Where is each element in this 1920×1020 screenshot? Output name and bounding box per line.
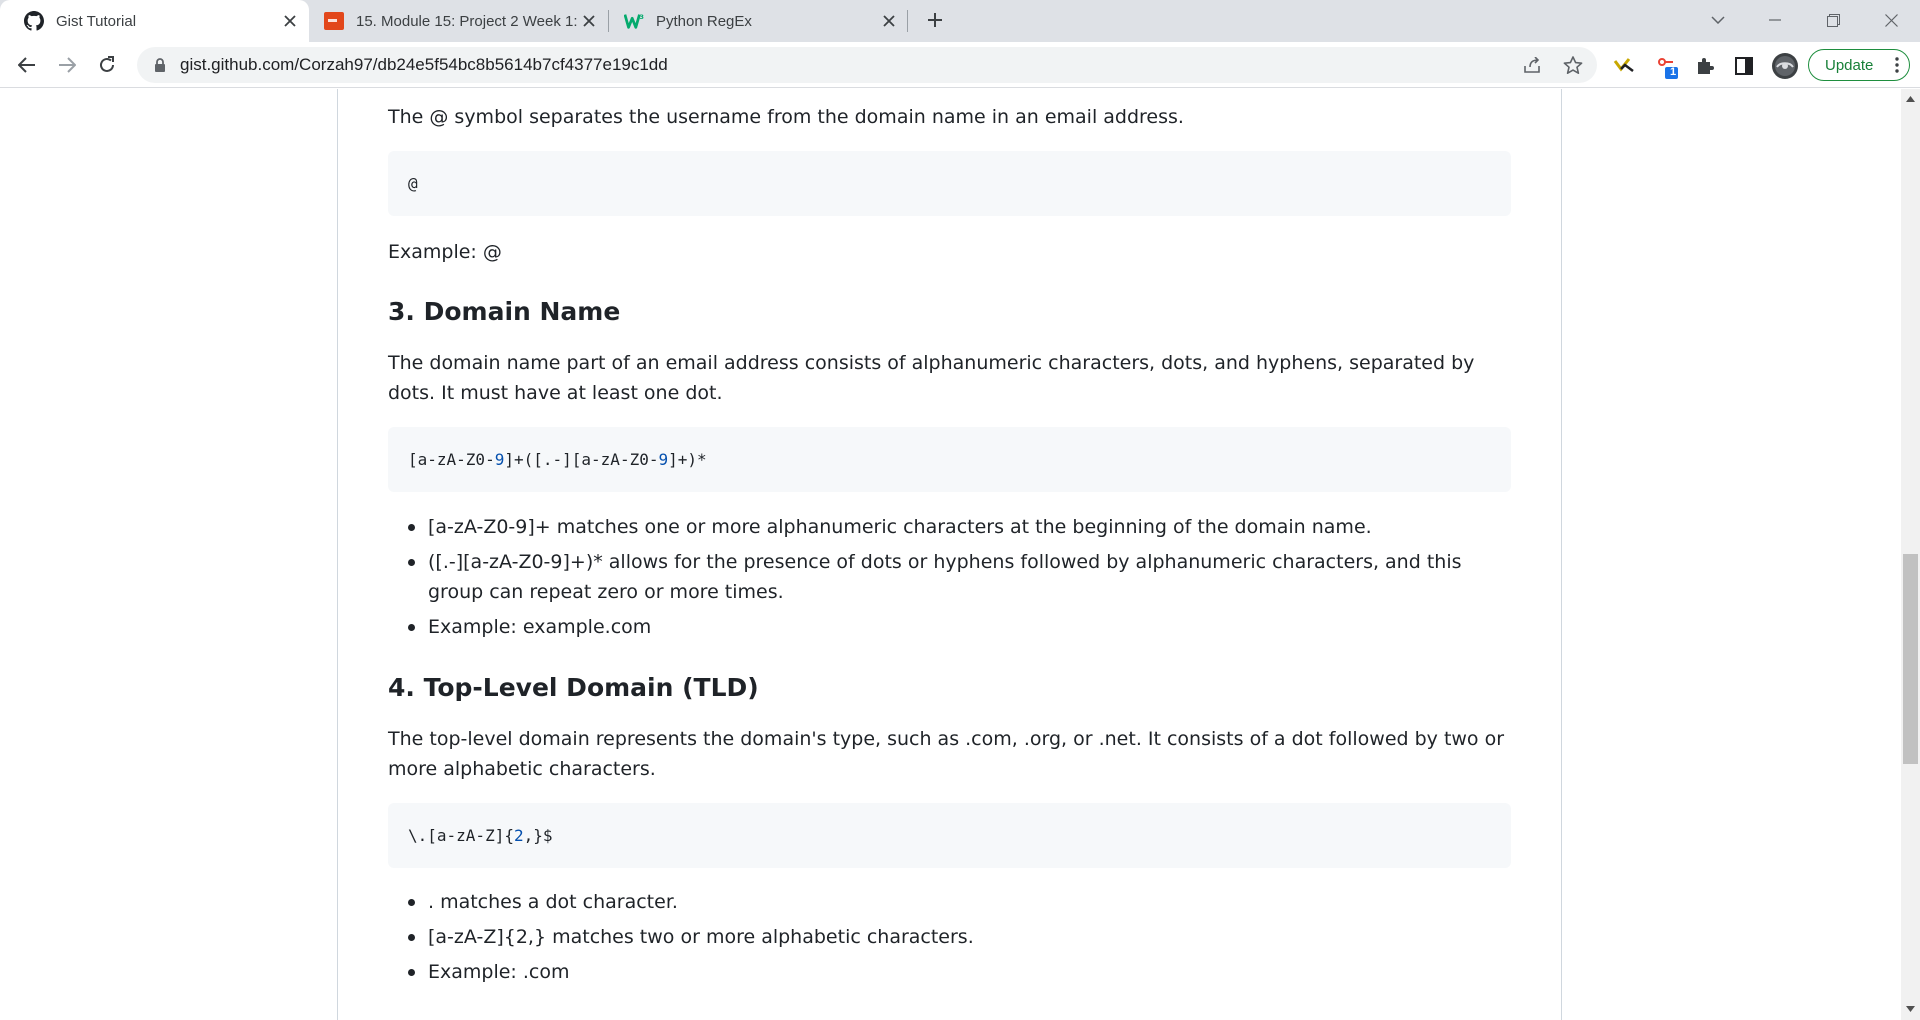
code-block-tld[interactable]: \.[a-zA-Z]{2,}$ <box>388 803 1511 868</box>
tab-gist-tutorial[interactable]: Gist Tutorial <box>0 0 309 42</box>
domain-paragraph: The domain name part of an email address… <box>388 352 1475 404</box>
puzzle-extensions-icon[interactable] <box>1692 53 1718 79</box>
github-icon <box>24 11 44 31</box>
page-viewport: The @ symbol separates the username from… <box>0 89 1901 1020</box>
extension-icon[interactable] <box>1611 53 1637 79</box>
heading-domain-name: 3. Domain Name <box>388 297 621 326</box>
tab-search-chevron-icon[interactable] <box>1695 0 1741 40</box>
at-example: Example: @ <box>388 241 502 263</box>
tld-paragraph: The top-level domain represents the doma… <box>388 728 1505 780</box>
list-item: . matches a dot character. <box>388 887 1511 917</box>
list-item: ([.-][a-zA-Z0-9]+)* allows for the prese… <box>388 547 1511 607</box>
close-tab-icon[interactable] <box>279 10 301 32</box>
tab-title: Gist Tutorial <box>56 12 137 30</box>
new-tab-button[interactable] <box>921 6 949 34</box>
minimize-button[interactable] <box>1752 0 1798 40</box>
more-menu-icon[interactable] <box>1895 57 1899 77</box>
address-bar[interactable]: gist.github.com/Corzah97/db24e5f54bc8b56… <box>137 47 1597 83</box>
restore-button[interactable] <box>1810 0 1856 40</box>
code-text: @ <box>408 174 418 193</box>
browser-toolbar: gist.github.com/Corzah97/db24e5f54bc8b56… <box>0 42 1920 88</box>
w3schools-icon: 3 <box>624 11 644 31</box>
intro-paragraph: The @ symbol separates the username from… <box>388 106 1184 128</box>
forward-button[interactable] <box>52 50 82 80</box>
close-tab-icon[interactable] <box>578 10 600 32</box>
list-item: [a-zA-Z]{2,} matches two or more alphabe… <box>388 922 1511 952</box>
tab-strip: Gist Tutorial 15. Module 15: Project 2 W… <box>0 0 1920 42</box>
list-item: [a-zA-Z0-9]+ matches one or more alphanu… <box>388 512 1511 542</box>
side-panel-icon[interactable] <box>1731 53 1757 79</box>
code-text: [a-zA-Z0-9]+([.-][a-zA-Z0-9]+)* <box>408 450 707 469</box>
update-label: Update <box>1825 56 1874 74</box>
scroll-up-arrow-icon[interactable] <box>1905 93 1916 104</box>
profile-avatar[interactable] <box>1770 51 1800 81</box>
tab-python-regex[interactable]: 3 Python RegEx <box>600 0 908 42</box>
tld-bullet-list: . matches a dot character. [a-zA-Z]{2,} … <box>388 887 1511 992</box>
code-text: \.[a-zA-Z]{2,}$ <box>408 826 553 845</box>
scroll-down-arrow-icon[interactable] <box>1905 1003 1916 1014</box>
tab-title: Python RegEx <box>656 12 752 30</box>
module-icon <box>324 11 344 31</box>
scrollbar-thumb[interactable] <box>1903 554 1918 764</box>
code-block-at[interactable]: @ <box>388 151 1511 216</box>
code-block-domain[interactable]: [a-zA-Z0-9]+([.-][a-zA-Z0-9]+)* <box>388 427 1511 492</box>
bookmark-star-icon[interactable] <box>1561 53 1585 77</box>
extension-badge-icon[interactable]: 1 <box>1653 53 1679 79</box>
gist-file-container: The @ symbol separates the username from… <box>337 89 1562 1020</box>
close-tab-icon[interactable] <box>878 10 900 32</box>
share-icon[interactable] <box>1521 53 1545 77</box>
list-item: Example: .com <box>388 957 1511 987</box>
reload-button[interactable] <box>92 50 122 80</box>
vertical-scrollbar[interactable] <box>1901 89 1920 1020</box>
tab-module-15[interactable]: 15. Module 15: Project 2 Week 1: <box>300 0 608 42</box>
close-window-button[interactable] <box>1868 0 1914 40</box>
back-button[interactable] <box>12 50 42 80</box>
extension-badge-count: 1 <box>1670 66 1677 78</box>
tab-title: 15. Module 15: Project 2 Week 1: <box>356 12 578 30</box>
url-text[interactable]: gist.github.com/Corzah97/db24e5f54bc8b56… <box>180 55 668 75</box>
lock-icon[interactable] <box>152 57 168 73</box>
tab-separator <box>907 10 908 32</box>
update-button[interactable]: Update <box>1808 49 1910 81</box>
domain-bullet-list: [a-zA-Z0-9]+ matches one or more alphanu… <box>388 512 1511 647</box>
heading-tld: 4. Top-Level Domain (TLD) <box>388 673 759 702</box>
svg-text:3: 3 <box>639 14 643 21</box>
list-item: Example: example.com <box>388 612 1511 642</box>
